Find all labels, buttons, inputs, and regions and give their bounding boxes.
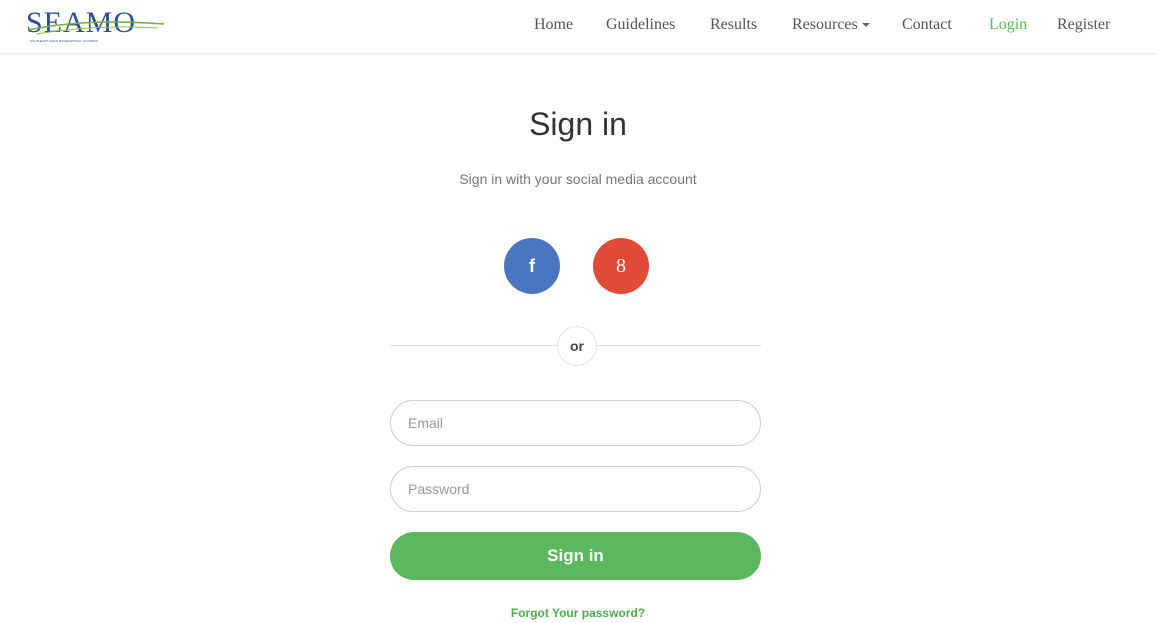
password-input[interactable]	[390, 466, 761, 512]
sign-in-button[interactable]: Sign in	[390, 532, 761, 580]
caret-down-icon	[861, 23, 870, 28]
nav-home[interactable]: Home	[534, 16, 573, 34]
page-title: Sign in	[529, 106, 627, 142]
social-signin-subtitle: Sign in with your social media account	[459, 171, 697, 187]
nav-login[interactable]: Login	[989, 16, 1027, 34]
nav-resources-dropdown[interactable]: Resources	[792, 16, 870, 34]
nav-guidelines[interactable]: Guidelines	[606, 16, 675, 34]
nav-results[interactable]: Results	[710, 16, 757, 34]
email-input[interactable]	[390, 400, 761, 446]
forgot-password-link[interactable]: Forgot Your password?	[0, 606, 1156, 620]
nav-contact[interactable]: Contact	[902, 16, 952, 34]
or-divider: or	[557, 326, 597, 366]
google-plus-icon: 8	[616, 255, 626, 277]
seamo-logo[interactable]: SEAMO SOUTHEAST ASIAN MATHEMATICAL OLYMP…	[26, 6, 166, 46]
google-signin-button[interactable]: 8	[593, 238, 649, 294]
logo-tagline: SOUTHEAST ASIAN MATHEMATICAL OLYMPIAD	[30, 39, 98, 43]
nav-resources-label: Resources	[792, 16, 858, 33]
top-navbar: SEAMO SOUTHEAST ASIAN MATHEMATICAL OLYMP…	[0, 0, 1156, 54]
divider-line-left	[390, 345, 558, 346]
nav-register[interactable]: Register	[1057, 16, 1110, 34]
facebook-icon: f	[529, 256, 535, 276]
divider-line-right	[596, 345, 761, 346]
facebook-signin-button[interactable]: f	[504, 238, 560, 294]
